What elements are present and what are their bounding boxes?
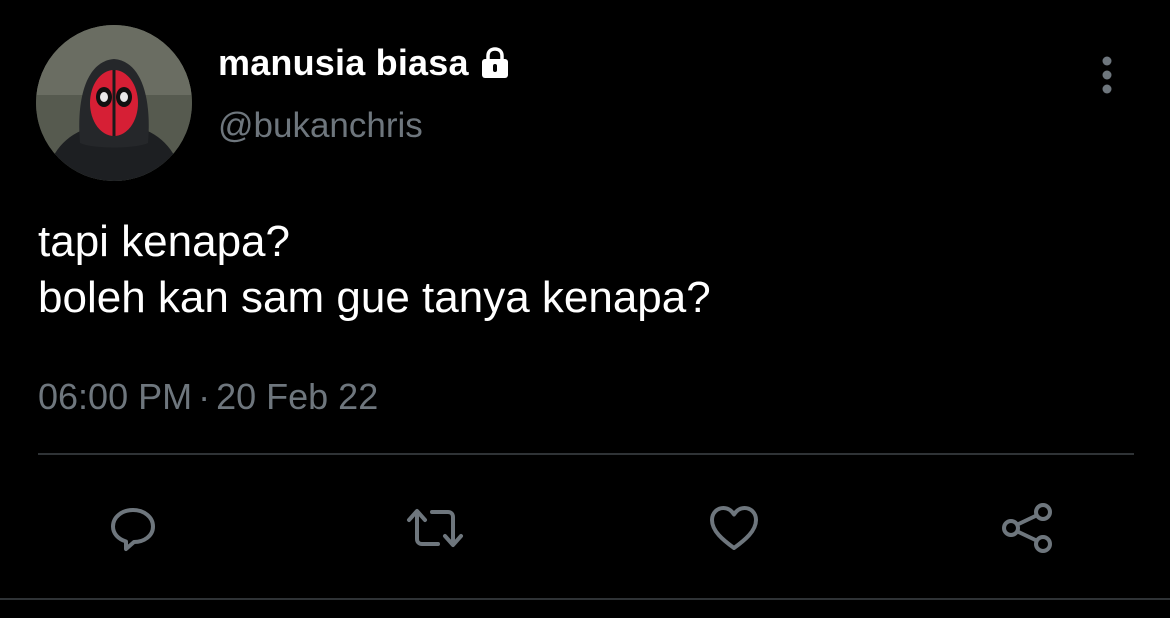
reply-icon <box>111 508 155 551</box>
share-icon <box>1002 503 1052 553</box>
more-options-button[interactable] <box>1088 52 1126 98</box>
tweet-text: tapi kenapa? boleh kan sam gue tanya ken… <box>38 214 1128 326</box>
like-button[interactable] <box>703 497 765 559</box>
action-bar <box>0 497 1170 559</box>
tweet-card: manusia biasa @bukanchris tapi kenapa? b… <box>0 0 1170 618</box>
user-handle[interactable]: @bukanchris <box>218 106 423 146</box>
more-vertical-icon <box>1102 56 1112 94</box>
tweet-text-line: tapi kenapa? <box>38 217 290 266</box>
tweet-timestamp[interactable]: 06:00 PM · 20 Feb 22 <box>38 376 378 418</box>
tweet-date: 20 Feb 22 <box>216 376 379 417</box>
timestamp-separator: · <box>198 376 211 417</box>
reply-button[interactable] <box>102 497 164 559</box>
lock-icon <box>477 45 513 81</box>
display-name[interactable]: manusia biasa <box>218 42 469 84</box>
avatar[interactable] <box>36 25 192 181</box>
tweet-time: 06:00 PM <box>38 376 193 417</box>
display-name-row: manusia biasa <box>218 38 513 88</box>
share-button[interactable] <box>997 497 1059 559</box>
retweet-button[interactable] <box>404 497 466 559</box>
avatar-image <box>36 25 192 181</box>
divider <box>0 598 1170 600</box>
retweet-icon <box>407 509 463 547</box>
heart-icon <box>710 506 758 550</box>
tweet-text-line: boleh kan sam gue tanya kenapa? <box>38 273 711 322</box>
divider <box>38 453 1134 455</box>
